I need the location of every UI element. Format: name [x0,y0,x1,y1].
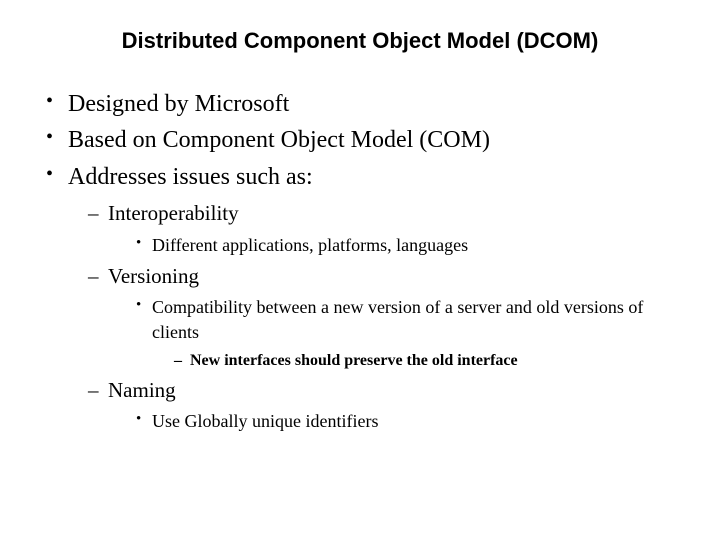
bullet-text: Based on Component Object Model (COM) [68,127,490,153]
sub-sub-list: Use Globally unique identifiers [108,409,680,434]
bullet-text: Use Globally unique identifiers [152,411,378,431]
sub-sub-item: Use Globally unique identifiers [132,409,680,434]
bullet-text: Naming [108,378,176,402]
sub-sub-item: Compatibility between a new version of a… [132,295,680,372]
slide-title: Distributed Component Object Model (DCOM… [40,28,680,54]
bullet-list: Designed by Microsoft Based on Component… [40,88,680,434]
sub-sub-item: Different applications, platforms, langu… [132,233,680,258]
bullet-text: Addresses issues such as: [68,164,313,190]
bullet-text: New interfaces should preserve the old i… [190,352,518,369]
bullet-text: Different applications, platforms, langu… [152,235,468,255]
sub-item: Naming Use Globally unique identifiers [84,376,680,435]
bullet-text: Compatibility between a new version of a… [152,297,643,342]
bullet-text: Designed by Microsoft [68,91,289,117]
bullet-text: Interoperability [108,201,239,225]
sub-sub-sub-list: New interfaces should preserve the old i… [152,350,680,372]
bullet-item: Based on Component Object Model (COM) [40,124,680,156]
slide: Distributed Component Object Model (DCOM… [0,0,720,540]
bullet-item: Addresses issues such as: Interoperabili… [40,161,680,435]
sub-item: Interoperability Different applications,… [84,199,680,258]
sub-sub-list: Different applications, platforms, langu… [108,233,680,258]
sub-sub-list: Compatibility between a new version of a… [108,295,680,372]
sub-list: Interoperability Different applications,… [68,199,680,434]
bullet-text: Versioning [108,264,199,288]
sub-sub-sub-item: New interfaces should preserve the old i… [172,350,680,372]
sub-item: Versioning Compatibility between a new v… [84,262,680,372]
bullet-item: Designed by Microsoft [40,88,680,120]
